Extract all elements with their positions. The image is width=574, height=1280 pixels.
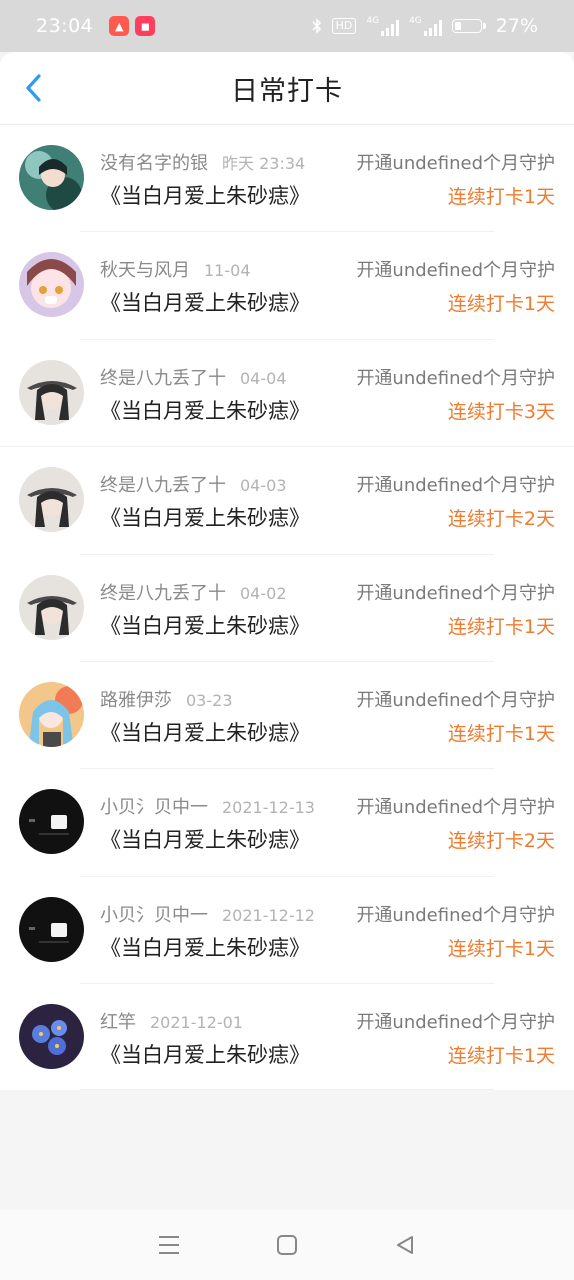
guard-text: 开通undefined个月守护 [356,904,555,926]
checkin-time: 2021-12-12 [222,905,315,925]
signal-2-icon: 4G [409,16,442,36]
nav-menu-button[interactable] [154,1230,184,1260]
status-app-icons: ▲ ◼ [109,16,156,36]
book-title: 《当白月爱上朱砂痣》 [100,398,310,423]
battery-icon [451,19,486,33]
list-item[interactable]: 秋天与风月 11-04 《当白月爱上朱砂痣》 开通undefined个月守护 连续… [0,232,574,341]
avatar[interactable] [19,574,84,640]
checkin-time: 04-02 [240,583,287,603]
video-app-icon: ◼ [135,16,156,36]
streak-text: 连续打卡1天 [447,615,555,638]
battery-percent: 27% [495,15,538,37]
streak-text: 连续打卡1天 [447,293,555,316]
triangle-back-icon [397,1236,413,1254]
avatar[interactable] [19,1004,84,1070]
book-title: 《当白月爱上朱砂痣》 [100,935,310,960]
avatar[interactable] [19,896,84,962]
system-nav-bar [0,1210,574,1280]
book-title: 《当白月爱上朱砂痣》 [100,1043,310,1068]
avatar[interactable] [19,789,84,855]
user-name: 秋天与风月 [100,260,190,282]
user-name: 小贝氵贝中一 [100,904,208,926]
book-title: 《当白月爱上朱砂痣》 [100,506,310,531]
status-time: 23:04 [36,15,94,37]
streak-text: 连续打卡2天 [447,830,555,853]
checkin-time: 04-04 [240,368,287,388]
nav-back-button[interactable] [390,1230,420,1260]
user-name: 终是八九丢了十 [100,582,226,604]
user-name: 红竿 [100,1012,136,1034]
hd-voice-badge: HD [331,18,357,34]
page-title: 日常打卡 [231,75,343,107]
guard-text: 开通undefined个月守护 [356,367,555,389]
checkin-time: 2021-12-01 [150,1013,243,1033]
list-item[interactable]: 小贝氵贝中一 2021-12-13 《当白月爱上朱砂痣》 开通undefined个… [0,769,574,878]
book-title: 《当白月爱上朱砂痣》 [100,184,310,208]
page-header: 日常打卡 [0,52,574,125]
book-title: 《当白月爱上朱砂痣》 [100,828,310,853]
battery-level [454,22,461,30]
checkin-time: 03-23 [186,690,233,710]
user-name: 路雅伊莎 [100,689,172,711]
streak-text: 连续打卡1天 [447,722,555,745]
list-item[interactable]: 终是八九丢了十 04-02 《当白月爱上朱砂痣》 开通undefined个月守护 … [0,555,574,663]
avatar[interactable] [19,145,84,210]
avatar[interactable] [19,681,84,747]
checkin-time: 11-04 [204,261,251,281]
bluetooth-icon [312,18,321,34]
checkin-time: 04-03 [240,476,287,496]
guard-text: 开通undefined个月守护 [356,797,555,819]
back-button[interactable] [18,72,48,104]
list-item[interactable]: 终是八九丢了十 04-04 《当白月爱上朱砂痣》 开通undefined个月守护 … [0,340,574,448]
user-name: 小贝氵贝中一 [100,797,208,819]
user-name: 终是八九丢了十 [100,475,226,497]
network-type-2: 4G [409,16,422,26]
square-home-icon [277,1235,297,1255]
guard-text: 开通undefined个月守护 [356,1012,555,1034]
user-name: 没有名字的银 [100,153,208,174]
streak-text: 连续打卡2天 [447,508,555,531]
checkin-time: 2021-12-13 [222,798,315,818]
status-bar: 23:04 ▲ ◼ HD 4G 4G 27% [0,0,574,52]
nav-home-button[interactable] [272,1230,302,1260]
checkin-list: 没有名字的银 昨天 23:34 《当白月爱上朱砂痣》 开通undefined个月守… [0,125,574,1091]
avatar[interactable] [19,252,84,318]
streak-text: 连续打卡3天 [447,400,555,423]
avatar[interactable] [19,467,84,533]
list-item[interactable]: 小贝氵贝中一 2021-12-12 《当白月爱上朱砂痣》 开通undefined个… [0,877,574,985]
menu-icon [159,1236,179,1254]
guard-text: 开通undefined个月守护 [356,689,555,711]
guard-text: 开通undefined个月守护 [356,475,555,497]
streak-text: 连续打卡1天 [447,186,555,208]
user-name: 终是八九丢了十 [100,367,226,389]
book-title: 《当白月爱上朱砂痣》 [100,613,310,638]
network-type-1: 4G [366,16,380,26]
guard-text: 开通undefined个月守护 [356,582,555,604]
list-item[interactable]: 红竿 2021-12-01 《当白月爱上朱砂痣》 开通undefined个月守护 … [0,984,574,1091]
streak-text: 连续打卡1天 [447,1045,555,1068]
book-title: 《当白月爱上朱砂痣》 [100,720,310,745]
list-item[interactable]: 没有名字的银 昨天 23:34 《当白月爱上朱砂痣》 开通undefined个月守… [0,125,574,233]
book-title: 《当白月爱上朱砂痣》 [100,291,310,316]
chevron-left-icon [26,74,41,102]
gallery-app-icon: ▲ [109,16,130,36]
status-indicators: HD 4G 4G 27% [312,15,538,37]
list-item[interactable]: 路雅伊莎 03-23 《当白月爱上朱砂痣》 开通undefined个月守护 连续打… [0,662,574,770]
checkin-time: 昨天 23:34 [222,154,306,173]
guard-text: 开通undefined个月守护 [356,260,555,282]
streak-text: 连续打卡1天 [447,937,555,960]
guard-text: 开通undefined个月守护 [356,153,555,174]
list-item[interactable]: 终是八九丢了十 04-03 《当白月爱上朱砂痣》 开通undefined个月守护 … [0,447,574,555]
signal-1-icon: 4G [366,16,400,36]
avatar[interactable] [19,359,84,425]
